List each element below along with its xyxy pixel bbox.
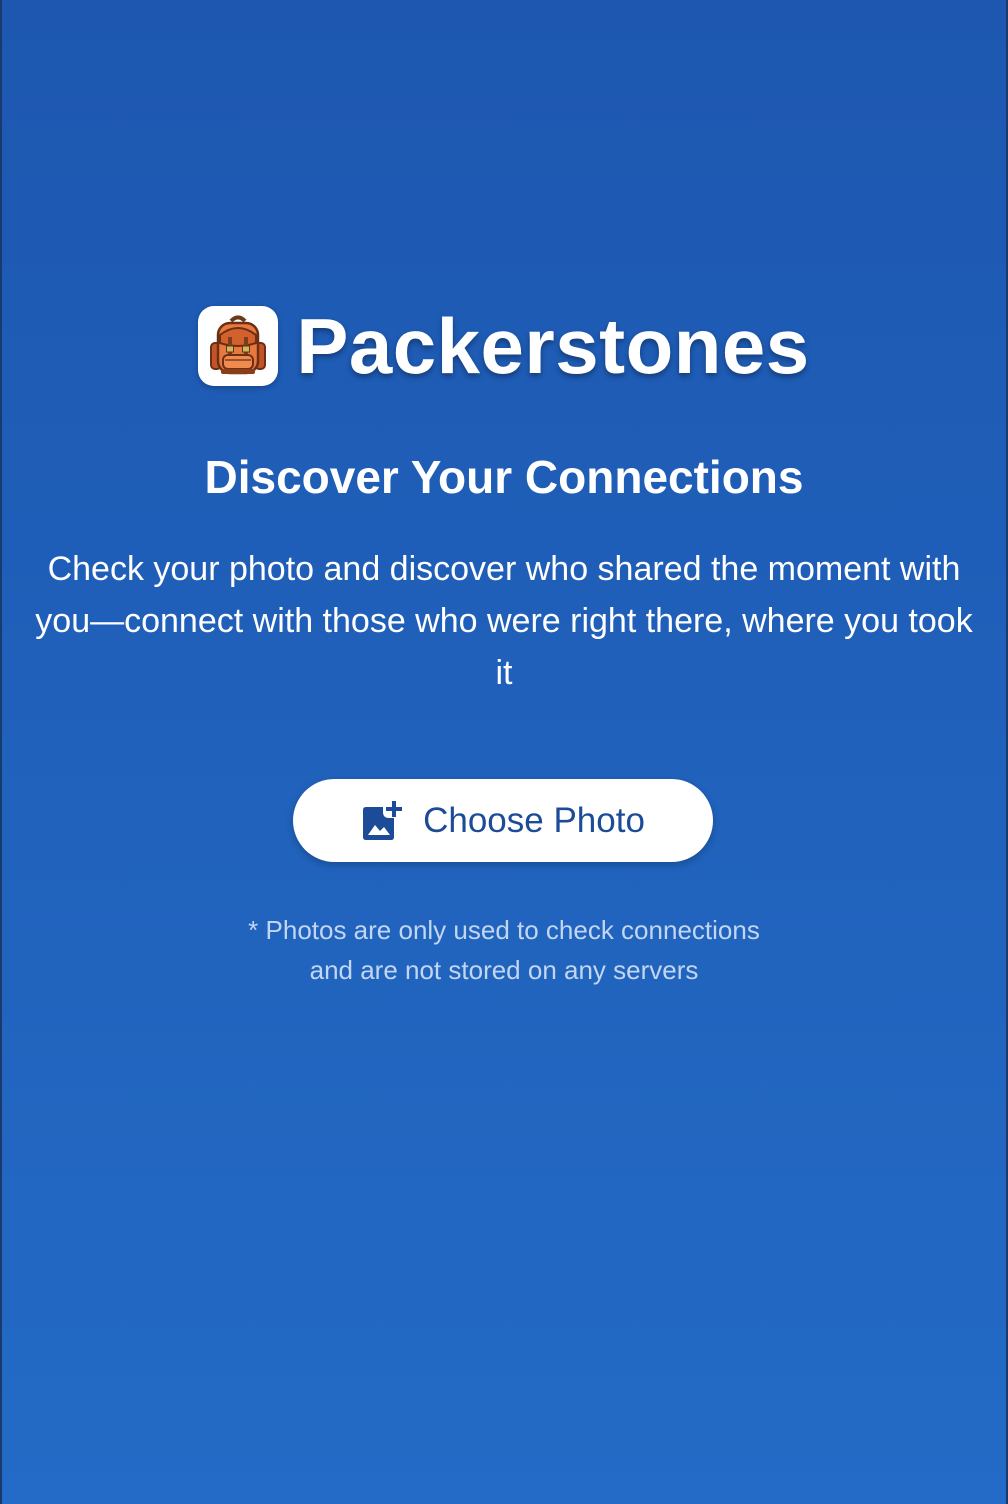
backpack-icon	[210, 315, 267, 375]
page-headline: Discover Your Connections	[204, 451, 804, 503]
app-title: Packerstones	[296, 302, 810, 390]
left-window-edge	[0, 0, 2, 1504]
disclaimer-line-2: and are not stored on any servers	[309, 955, 699, 985]
page-description: Check your photo and discover who shared…	[35, 550, 973, 692]
brand-header: Packerstones	[0, 300, 1008, 392]
add-photo-icon	[361, 800, 403, 842]
privacy-disclaimer: * Photos are only used to check connecti…	[0, 910, 1008, 990]
app-logo	[198, 306, 279, 386]
choose-photo-label: Choose Photo	[423, 800, 645, 840]
disclaimer-line-1: * Photos are only used to check connecti…	[248, 915, 760, 945]
choose-photo-button[interactable]: Choose Photo	[293, 779, 713, 862]
